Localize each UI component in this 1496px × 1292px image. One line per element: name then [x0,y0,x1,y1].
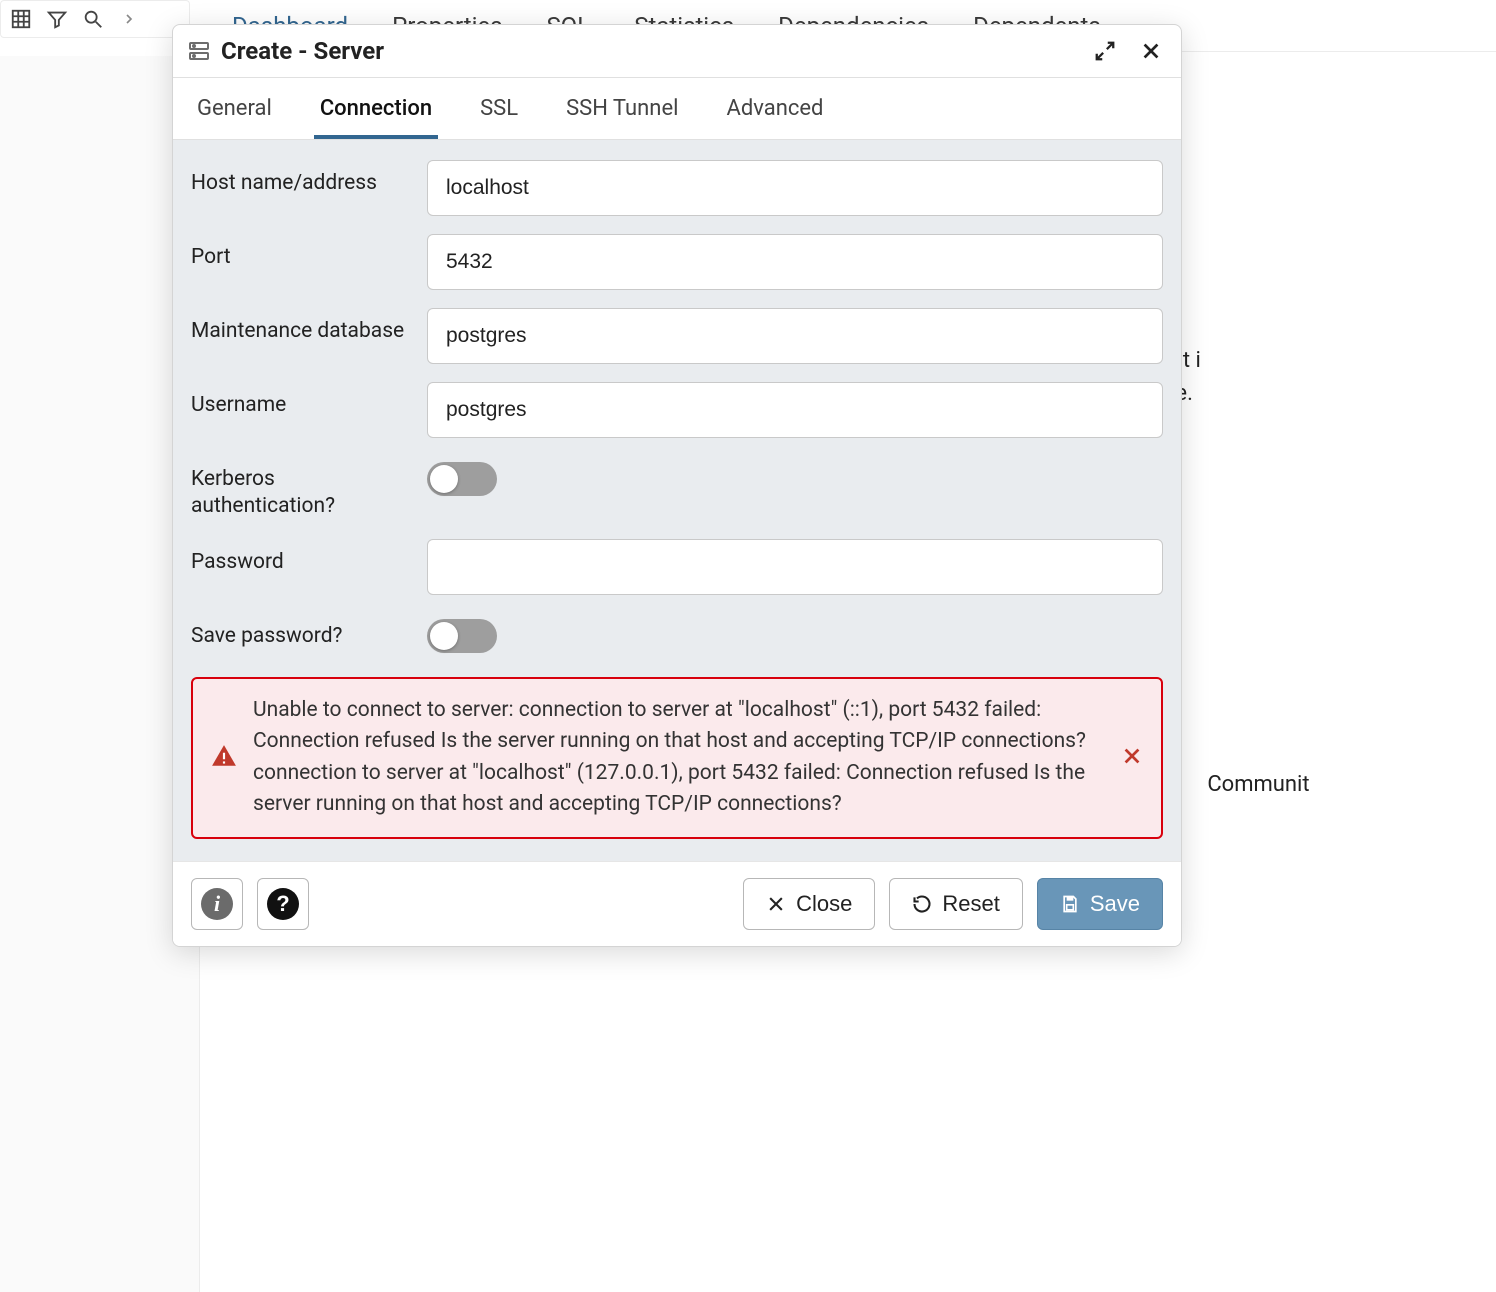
tab-general[interactable]: General [191,96,278,139]
bg-card-fragment: Communit [1207,768,1309,801]
close-button[interactable]: Close [743,878,875,930]
x-icon [766,894,786,914]
password-label: Password [191,539,411,576]
create-server-dialog: Create - Server General Connection SSL S… [172,24,1182,947]
maintenance-db-label: Maintenance database [191,308,411,345]
background-toolbar [0,0,190,38]
info-button[interactable]: i [191,878,243,930]
filter-icon[interactable] [43,5,71,33]
modal-footer: i ? Close Reset Save [173,861,1181,946]
warning-icon [211,743,237,773]
username-input[interactable] [427,382,1163,438]
close-button-label: Close [796,891,852,917]
reset-icon [912,894,932,914]
host-input[interactable] [427,160,1163,216]
chevron-right-icon[interactable] [115,5,143,33]
save-password-label: Save password? [191,613,411,650]
save-button-label: Save [1090,891,1140,917]
reset-button-label: Reset [942,891,999,917]
save-button[interactable]: Save [1037,878,1163,930]
tab-connection[interactable]: Connection [314,96,438,139]
password-input[interactable] [427,539,1163,595]
expand-icon[interactable] [1093,39,1117,63]
error-message: Unable to connect to server: connection … [253,695,1105,821]
modal-header: Create - Server [173,25,1181,78]
port-label: Port [191,234,411,271]
save-icon [1060,894,1080,914]
modal-body: Host name/address Port Maintenance datab… [173,140,1181,861]
kerberos-label: Kerberos authentication? [191,456,411,521]
username-label: Username [191,382,411,419]
save-password-toggle[interactable] [427,619,497,653]
host-label: Host name/address [191,160,411,197]
maintenance-db-input[interactable] [427,308,1163,364]
error-close-icon[interactable] [1121,745,1143,771]
tab-ssh-tunnel[interactable]: SSH Tunnel [560,96,684,139]
reset-button[interactable]: Reset [889,878,1022,930]
modal-title: Create - Server [187,37,384,65]
kerberos-toggle[interactable] [427,462,497,496]
server-icon [187,39,211,63]
port-input[interactable] [427,234,1163,290]
close-icon[interactable] [1139,39,1163,63]
help-button[interactable]: ? [257,878,309,930]
error-banner: Unable to connect to server: connection … [191,677,1163,839]
tab-advanced[interactable]: Advanced [720,96,829,139]
modal-title-text: Create - Server [221,37,384,65]
grid-icon[interactable] [7,5,35,33]
background-left-panel [0,56,200,1292]
search-icon[interactable] [79,5,107,33]
tab-ssl[interactable]: SSL [474,96,524,139]
modal-tab-bar: General Connection SSL SSH Tunnel Advanc… [173,78,1181,140]
